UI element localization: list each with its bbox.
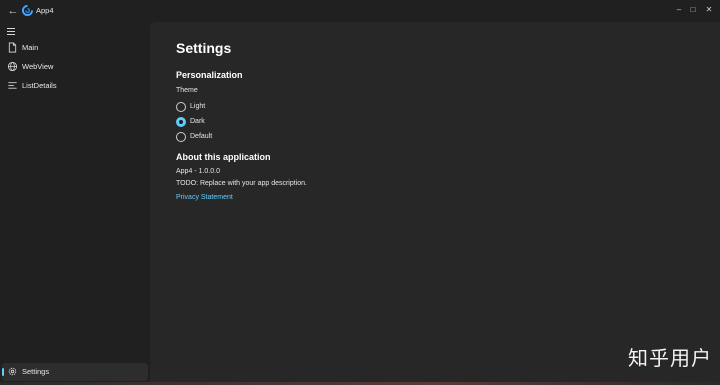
minimize-icon[interactable]: –: [672, 3, 686, 17]
nav-item-listdetails[interactable]: ListDetails: [2, 77, 148, 95]
watermark: 知乎用户: [628, 346, 712, 370]
page-title: Settings: [176, 40, 232, 56]
app-title: App4: [36, 6, 54, 15]
personalization-heading: Personalization: [176, 70, 243, 80]
navigation-pane: Main WebView ListDetails Settings: [0, 22, 150, 385]
document-icon: [8, 42, 17, 53]
nav-item-label: Settings: [22, 367, 50, 376]
nav-item-webview[interactable]: WebView: [2, 58, 148, 76]
radio-circle: [176, 132, 186, 142]
radio-label: Dark: [190, 118, 205, 125]
list-icon: [8, 82, 17, 89]
close-icon[interactable]: ✕: [702, 3, 716, 17]
radio-label: Default: [190, 133, 213, 140]
radio-circle: [176, 102, 186, 112]
maximize-icon[interactable]: □: [686, 3, 700, 17]
app-description: TODO: Replace with your app description.: [176, 180, 307, 187]
hamburger-menu-icon[interactable]: [5, 25, 19, 39]
nav-item-label: Main: [22, 43, 39, 52]
app-version: App4 - 1.0.0.0: [176, 168, 220, 175]
radio-circle-checked: [176, 117, 186, 127]
gear-icon: [8, 367, 17, 376]
settings-page: Settings Personalization Theme Light Dar…: [150, 22, 720, 385]
globe-icon: [7, 61, 18, 72]
theme-label: Theme: [176, 87, 198, 94]
radio-label: Light: [190, 103, 206, 110]
nav-item-main[interactable]: Main: [2, 39, 148, 57]
app-logo-icon: [22, 5, 33, 16]
title-bar: ← App4 – □ ✕: [0, 0, 720, 22]
nav-item-label: ListDetails: [22, 81, 57, 90]
back-arrow-icon[interactable]: ←: [6, 4, 20, 18]
nav-item-settings[interactable]: Settings: [2, 363, 148, 381]
about-heading: About this application: [176, 152, 271, 162]
privacy-statement-link[interactable]: Privacy Statement: [176, 194, 233, 201]
nav-item-label: WebView: [22, 62, 54, 71]
selection-indicator: [2, 368, 4, 376]
